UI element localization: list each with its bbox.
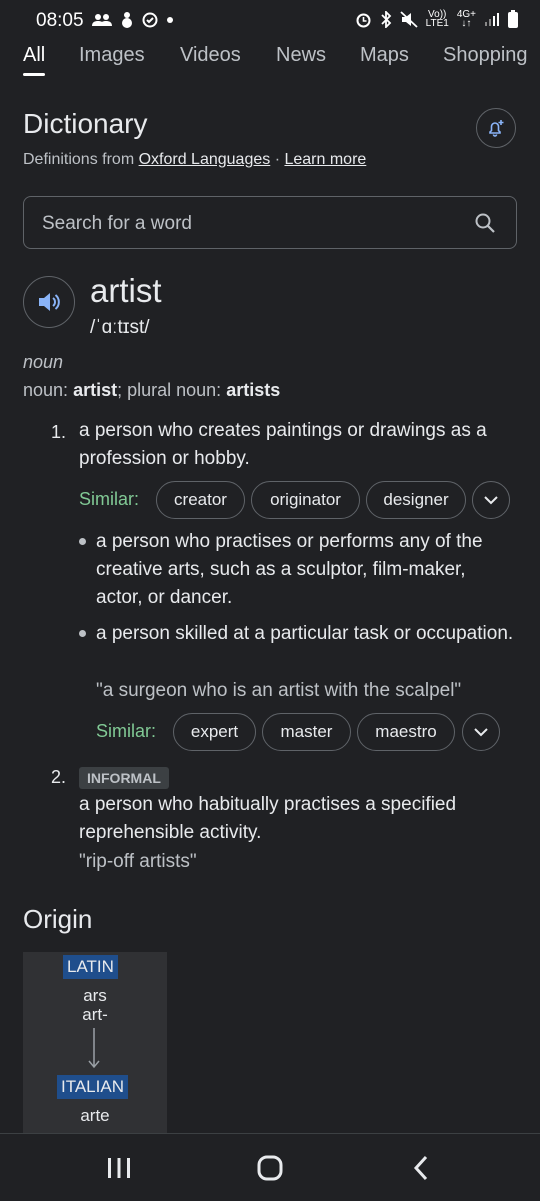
tab-shopping[interactable]: Shopping [443,44,528,67]
search-icon[interactable] [474,212,496,234]
similar-chip[interactable]: creator [156,481,245,519]
dot-icon [167,16,173,23]
origin-title: Origin [23,904,93,934]
similar-chip[interactable]: master [262,713,351,751]
system-navigation-bar [0,1133,540,1201]
etymology-words: ars art- [82,986,108,1024]
etymology-diagram: LATIN ars art- ITALIAN arte [23,952,167,1134]
snowman-icon [122,12,132,28]
subsense-definition: a person skilled at a particular task or… [96,623,514,644]
word-forms: noun: artist; plural noun: artists [23,380,281,400]
word-search-input[interactable] [40,197,464,250]
etymology-words: arte [80,1106,110,1125]
bluetooth-icon [381,10,391,28]
source-line: Definitions from Oxford Languages · Lear… [23,151,366,169]
recent-apps-icon [108,1158,130,1178]
phonetic: /ˈɑːtɪst/ [90,317,150,338]
etymology-language: ITALIAN [57,1075,128,1099]
bell-plus-icon [489,120,504,137]
source-prefix: Definitions from [23,151,139,168]
tab-news[interactable]: News [276,44,326,67]
tab-all[interactable]: All [23,44,45,67]
notification-icons [92,11,174,28]
bullet [79,538,86,545]
search-tabs: All Images Videos News Maps Shopping [0,42,540,80]
people-icon [92,13,112,26]
tab-videos[interactable]: Videos [180,44,241,67]
recent-apps-button[interactable] [89,1148,149,1188]
similar-label: Similar: [79,489,140,509]
subsense-definition: a person who practises or performs any o… [96,531,483,608]
check-circle-icon [142,12,158,27]
chevron-down-icon [484,495,498,504]
more-similar-button[interactable] [462,713,500,751]
usage-example: "rip-off artists" [79,851,197,872]
back-icon [413,1155,428,1181]
active-tab-indicator [23,73,45,76]
separator: · [270,151,285,168]
forms-word: artist [73,380,118,400]
similar-chip[interactable]: designer [366,481,466,519]
etymology-language: LATIN [63,955,118,979]
learn-more-link[interactable]: Learn more [284,151,366,168]
similar-chip[interactable]: expert [173,713,256,751]
register-label: INFORMAL [79,767,169,789]
sense-number: 2. [51,767,67,787]
headword: artist [90,272,162,309]
bullet [79,630,86,637]
oxford-languages-link[interactable]: Oxford Languages [139,151,271,168]
speaker-icon [39,293,60,311]
more-similar-button[interactable] [472,481,510,519]
sense-definition: a person who creates paintings or drawin… [79,420,487,469]
tab-images[interactable]: Images [79,44,145,67]
part-of-speech: noun [23,352,64,372]
system-icons: Vo)) LTE1 4G+ ↓↑ [355,9,518,29]
forms-prefix: noun [23,380,64,400]
alarm-icon [356,13,371,27]
volte-indicator: Vo)) LTE1 [425,9,449,29]
similar-chip[interactable]: maestro [357,713,455,751]
signal-icon [485,13,499,26]
plural-form: artists [226,380,281,400]
sense-number: 1. [51,422,67,442]
similar-label: Similar: [96,721,157,741]
arrow-down-icon [88,1028,100,1069]
tab-maps[interactable]: Maps [360,44,409,67]
mute-icon [400,10,418,28]
status-bar: 08:05 Vo)) LTE1 4G+ ↓↑ [0,0,540,42]
notification-bell-button[interactable] [476,108,516,148]
similar-chip[interactable]: originator [251,481,360,519]
home-icon [257,1155,283,1181]
home-button[interactable] [240,1148,300,1188]
clock: 08:05 [36,10,84,31]
plural-label: plural noun [127,380,217,400]
battery-icon [508,10,518,28]
data-indicator: 4G+ ↓↑ [456,9,476,29]
back-button[interactable] [391,1148,451,1188]
dictionary-title: Dictionary [23,108,148,139]
pronunciation-button[interactable] [23,276,75,328]
chevron-down-icon [474,727,488,736]
usage-example: "a surgeon who is an artist with the sca… [96,680,462,701]
sense-definition: a person who habitually practises a spec… [79,794,457,843]
word-search-box [23,196,517,250]
